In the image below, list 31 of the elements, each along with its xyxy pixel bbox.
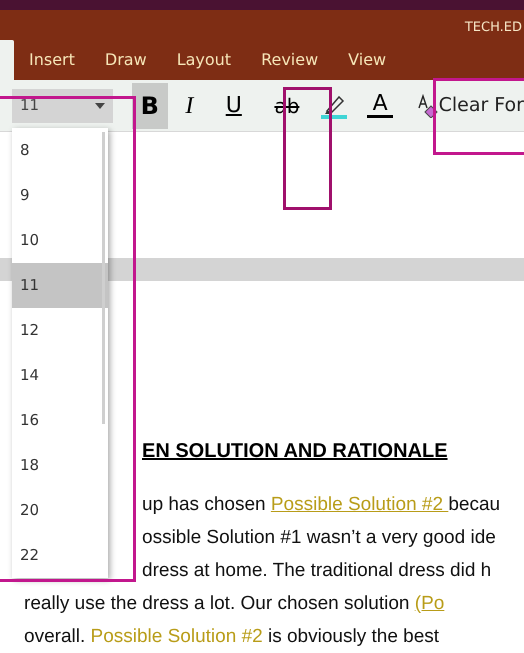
paragraph-line: up has chosen Possible Solution #2 becau [142, 493, 500, 517]
paragraph-line: overall. Possible Solution #2 is obviously the best [24, 625, 440, 649]
font-size-combo[interactable]: 11 [12, 88, 113, 123]
italic-button[interactable]: I [168, 82, 212, 129]
ribbon-tab[interactable]: Draw [90, 40, 162, 80]
app-title: TECH.ED [464, 18, 522, 37]
font-size-option[interactable]: 12 [12, 308, 108, 353]
paragraph-line: ossible Solution #1 wasn’t a very good ide [142, 526, 496, 550]
color-bar [367, 115, 394, 118]
ribbon-tab[interactable]: Insert [14, 40, 90, 80]
font-size-option[interactable]: 10 [12, 218, 108, 263]
paragraph-line: really use the dress a lot. Our chosen solution (Po [24, 592, 444, 616]
bold-button[interactable]: B [132, 82, 168, 129]
ribbon-tab[interactable]: Layout [162, 40, 246, 80]
font-color-button[interactable]: A [354, 82, 407, 129]
underline-button[interactable]: U [211, 82, 256, 129]
font-size-option[interactable]: 22 [12, 533, 108, 578]
font-size-option[interactable]: 8 [12, 128, 108, 173]
ribbon-tab[interactable]: View [333, 40, 402, 80]
section-heading: EN SOLUTION AND RATIONALE [142, 440, 448, 462]
font-size-option[interactable]: 16 [12, 398, 108, 443]
font-size-option[interactable]: 18 [12, 443, 108, 488]
ribbon-tab[interactable]: Review [246, 40, 334, 80]
caret-icon [94, 102, 105, 109]
eraser-icon [416, 94, 439, 118]
font-size-option[interactable]: 20 [12, 488, 108, 533]
paragraph-line: dress at home. The traditional dress did h [142, 559, 492, 583]
font-size-option[interactable]: 9 [12, 173, 108, 218]
font-size-option[interactable]: 14 [12, 353, 108, 398]
font-size-option[interactable]: 11 [12, 263, 108, 308]
clear-formatting-button[interactable]: Clear For [406, 82, 524, 129]
